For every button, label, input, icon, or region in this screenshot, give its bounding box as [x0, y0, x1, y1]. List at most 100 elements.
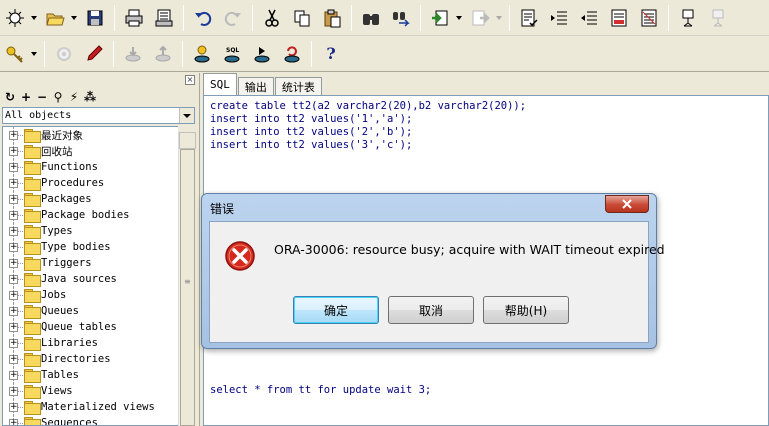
- comment-icon[interactable]: [606, 5, 632, 31]
- copy-icon[interactable]: [289, 5, 315, 31]
- dialog-body: ORA-30006: resource busy; acquire with W…: [209, 221, 665, 343]
- import-dropdown[interactable]: [455, 5, 463, 31]
- expand-icon[interactable]: +: [9, 290, 18, 300]
- expand-icon[interactable]: +: [9, 242, 18, 252]
- expand-icon[interactable]: +: [9, 226, 18, 236]
- scrollbar-thumb[interactable]: [180, 149, 195, 426]
- debug-icon[interactable]: [81, 41, 107, 67]
- tree-item[interactable]: + Java sources: [3, 271, 178, 287]
- expand-icon[interactable]: +: [9, 130, 18, 140]
- tree-item[interactable]: + 最近对象: [3, 127, 178, 143]
- tab-statistics[interactable]: 统计表: [274, 77, 322, 95]
- tree-scrollbar[interactable]: ≡: [178, 132, 196, 426]
- expand-icon[interactable]: +: [9, 370, 18, 380]
- properties-icon[interactable]: ⁂: [83, 90, 97, 104]
- print-icon[interactable]: [121, 5, 147, 31]
- help-button[interactable]: 帮助(H): [483, 296, 569, 324]
- tree-item[interactable]: + Package bodies: [3, 207, 178, 223]
- open-icon[interactable]: [42, 5, 68, 31]
- uncomment-icon[interactable]: [636, 5, 662, 31]
- remove-icon[interactable]: −: [35, 90, 49, 104]
- db-run-icon[interactable]: [249, 41, 275, 67]
- open-dropdown[interactable]: [70, 5, 78, 31]
- cancel-button[interactable]: 取消: [388, 296, 474, 324]
- ok-button[interactable]: 确定: [293, 296, 379, 324]
- expand-icon[interactable]: +: [9, 322, 18, 332]
- expand-icon[interactable]: +: [9, 210, 18, 220]
- key-dropdown[interactable]: [30, 41, 38, 67]
- tree-item[interactable]: + Directories: [3, 351, 178, 367]
- db-refresh-icon[interactable]: [279, 41, 305, 67]
- expand-icon[interactable]: +: [9, 402, 18, 412]
- cut-icon[interactable]: [259, 5, 285, 31]
- print-preview-icon[interactable]: [151, 5, 177, 31]
- explain-icon[interactable]: [516, 5, 542, 31]
- folder-icon: [24, 401, 41, 415]
- code-line: select * from tt for update wait 3;: [210, 384, 432, 396]
- expand-icon[interactable]: +: [9, 306, 18, 316]
- expand-icon[interactable]: +: [9, 418, 18, 425]
- expand-icon[interactable]: +: [9, 354, 18, 364]
- window-icon[interactable]: [675, 5, 701, 31]
- tree-item[interactable]: + Libraries: [3, 335, 178, 351]
- tree-item[interactable]: + Types: [3, 223, 178, 239]
- browser-header: ×: [0, 73, 199, 87]
- expand-icon[interactable]: +: [9, 274, 18, 284]
- editor-tabs: SQL 输出 统计表: [203, 73, 769, 95]
- tree-item[interactable]: + Packages: [3, 191, 178, 207]
- unindent-icon[interactable]: [576, 5, 602, 31]
- expand-icon[interactable]: +: [9, 194, 18, 204]
- expand-icon[interactable]: +: [9, 258, 18, 268]
- error-dialog: 错误 ORA-30006: resource busy; acquire wit…: [201, 193, 665, 349]
- tree-item-label: Packages: [41, 193, 92, 205]
- folder-icon: [24, 129, 41, 143]
- tab-output[interactable]: 输出: [237, 77, 274, 95]
- find-object-icon[interactable]: ⚲: [51, 90, 65, 104]
- chevron-down-icon[interactable]: [179, 108, 194, 123]
- tree-item[interactable]: + Jobs: [3, 287, 178, 303]
- scroll-up-button[interactable]: [179, 132, 196, 149]
- tree-item[interactable]: + Sequences: [3, 415, 178, 425]
- close-button[interactable]: [605, 195, 649, 213]
- help-icon[interactable]: ?: [318, 41, 344, 67]
- refresh-icon[interactable]: ↻: [3, 90, 17, 104]
- tree-item[interactable]: + Queue tables: [3, 319, 178, 335]
- close-icon[interactable]: ×: [185, 75, 195, 85]
- add-icon[interactable]: +: [19, 90, 33, 104]
- undo-icon[interactable]: [190, 5, 216, 31]
- tree-item[interactable]: + Queues: [3, 303, 178, 319]
- expand-icon[interactable]: +: [9, 178, 18, 188]
- find-next-icon[interactable]: [388, 5, 414, 31]
- tree-item[interactable]: + Views: [3, 383, 178, 399]
- expand-icon[interactable]: +: [9, 386, 18, 396]
- code-line: insert into tt2 values('2','b');: [210, 126, 413, 138]
- new-icon[interactable]: [2, 5, 28, 31]
- expand-icon[interactable]: +: [9, 338, 18, 348]
- tab-sql[interactable]: SQL: [203, 73, 237, 95]
- error-icon: [225, 241, 255, 271]
- tree-item[interactable]: + Type bodies: [3, 239, 178, 255]
- expand-icon[interactable]: +: [9, 146, 18, 156]
- toolbar-separator: [183, 4, 184, 31]
- object-filter-value: All objects: [5, 110, 72, 121]
- db-connect-icon[interactable]: [189, 41, 215, 67]
- tree-item[interactable]: + Functions: [3, 159, 178, 175]
- folder-icon: [24, 369, 41, 383]
- import-icon[interactable]: [427, 5, 453, 31]
- toolbar-separator: [44, 40, 45, 67]
- sql-window-icon[interactable]: SQL: [219, 41, 245, 67]
- tree-item[interactable]: + 回收站: [3, 143, 178, 159]
- find-icon[interactable]: [358, 5, 384, 31]
- expand-icon[interactable]: +: [9, 162, 18, 172]
- paste-icon[interactable]: [319, 5, 345, 31]
- tree-item[interactable]: + Materialized views: [3, 399, 178, 415]
- new-dropdown[interactable]: [30, 5, 38, 31]
- key-icon[interactable]: [2, 41, 28, 67]
- tree-item[interactable]: + Procedures: [3, 175, 178, 191]
- tree-item[interactable]: + Tables: [3, 367, 178, 383]
- tree-item[interactable]: + Triggers: [3, 255, 178, 271]
- object-filter-select[interactable]: All objects: [2, 107, 195, 124]
- save-icon[interactable]: [82, 5, 108, 31]
- filter-icon[interactable]: ⚡: [67, 90, 81, 104]
- indent-icon[interactable]: [546, 5, 572, 31]
